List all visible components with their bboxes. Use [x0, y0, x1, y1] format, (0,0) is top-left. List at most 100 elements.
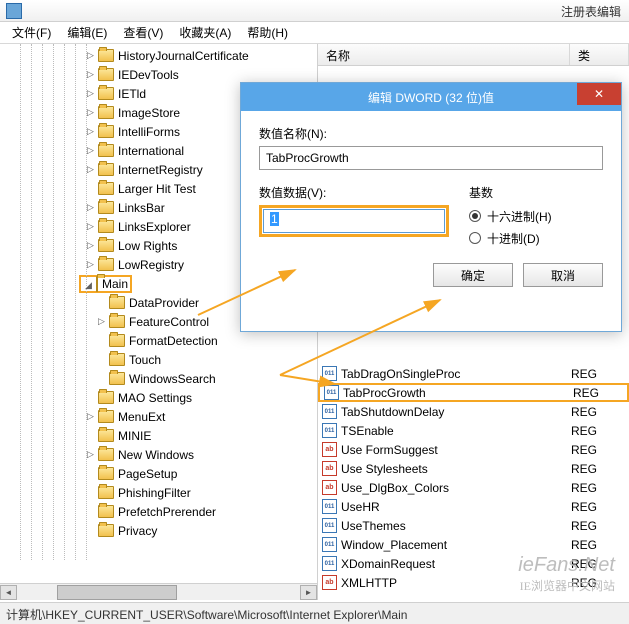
list-row[interactable]: Use StylesheetsREG [318, 459, 629, 478]
folder-icon [98, 524, 114, 537]
window-title: 注册表编辑 [561, 3, 621, 20]
menu-file[interactable]: 文件(F) [4, 22, 59, 43]
tree-item-label: MAO Settings [118, 391, 192, 405]
menubar: 文件(F) 编辑(E) 查看(V) 收藏夹(A) 帮助(H) [0, 22, 629, 44]
value-name: TabShutdownDelay [341, 405, 571, 419]
folder-icon [109, 334, 125, 347]
menu-help[interactable]: 帮助(H) [239, 22, 296, 43]
tree-item[interactable]: PhishingFilter [0, 483, 317, 502]
name-label: 数值名称(N): [259, 125, 603, 142]
tree-item-label: PhishingFilter [118, 486, 191, 500]
tree-item-label: PageSetup [118, 467, 177, 481]
list-row[interactable]: Use_DlgBox_ColorsREG [318, 478, 629, 497]
dword-value-icon [322, 537, 337, 552]
radio-hex[interactable]: 十六进制(H) [469, 205, 603, 227]
folder-icon [98, 486, 114, 499]
tree-item[interactable]: Privacy [0, 521, 317, 540]
tree-expander-icon[interactable] [96, 354, 107, 365]
tree-expander-icon[interactable] [96, 297, 107, 308]
folder-icon [98, 505, 114, 518]
close-button[interactable]: ✕ [577, 83, 621, 105]
folder-icon [98, 220, 114, 233]
watermark-big: ieFans.Net [518, 554, 615, 577]
tree-hscrollbar[interactable]: ◄ ► [0, 583, 317, 600]
tree-item-label: Main [102, 277, 128, 291]
tree-item[interactable]: ▷New Windows [0, 445, 317, 464]
folder-icon [98, 68, 114, 81]
tree-item[interactable]: MINIE [0, 426, 317, 445]
folder-icon [109, 372, 125, 385]
tree-item[interactable]: PrefetchPrerender [0, 502, 317, 521]
value-type: REG [571, 481, 597, 495]
list-row[interactable]: UseHRREG [318, 497, 629, 516]
folder-icon [109, 315, 125, 328]
col-name[interactable]: 名称 [318, 44, 570, 65]
folder-icon [98, 125, 114, 138]
tree-item-label: InternetRegistry [118, 163, 203, 177]
string-value-icon [322, 575, 337, 590]
value-type: REG [571, 443, 597, 457]
ok-button[interactable]: 确定 [433, 263, 513, 287]
list-row[interactable]: TSEnableREG [318, 421, 629, 440]
tree-item[interactable]: FormatDetection [0, 331, 317, 350]
tree-item[interactable]: Touch [0, 350, 317, 369]
radio-dec[interactable]: 十进制(D) [469, 227, 603, 249]
tree-expander-icon[interactable] [96, 335, 107, 346]
folder-icon [98, 467, 114, 480]
tree-expander-icon[interactable] [96, 373, 107, 384]
folder-icon [98, 49, 114, 62]
value-type: REG [573, 386, 599, 400]
list-row[interactable]: TabShutdownDelayREG [318, 402, 629, 421]
folder-icon [96, 276, 98, 292]
tree-item[interactable]: WindowsSearch [0, 369, 317, 388]
data-label: 数值数据(V): [259, 184, 449, 201]
tree-item[interactable]: ▷HistoryJournalCertificate [0, 46, 317, 65]
list-row[interactable]: TabProcGrowthREG [318, 383, 629, 402]
folder-icon [98, 429, 114, 442]
folder-icon [98, 410, 114, 423]
tree-item-label: International [118, 144, 184, 158]
tree-item-label: LowRegistry [118, 258, 184, 272]
folder-icon [98, 448, 114, 461]
edit-dword-dialog: 编辑 DWORD (32 位)值 ✕ 数值名称(N): 数值数据(V): 1 基… [240, 82, 622, 332]
value-type: REG [571, 424, 597, 438]
tree-item-label: Low Rights [118, 239, 177, 253]
radio-dot-icon [469, 210, 481, 222]
tree-item-label: New Windows [118, 448, 194, 462]
tree-expander-icon[interactable]: ◢ [83, 280, 94, 291]
folder-icon [109, 353, 125, 366]
menu-view[interactable]: 查看(V) [115, 22, 171, 43]
value-name: Use Stylesheets [341, 462, 571, 476]
value-name: UseHR [341, 500, 571, 514]
data-field[interactable]: 1 [263, 209, 445, 233]
tree-item-label: WindowsSearch [129, 372, 216, 386]
tree-item-label: HistoryJournalCertificate [118, 49, 249, 63]
list-row[interactable]: TabDragOnSingleProcREG [318, 364, 629, 383]
list-row[interactable]: Use FormSuggestREG [318, 440, 629, 459]
col-type[interactable]: 类 [570, 44, 629, 65]
tree-item[interactable]: PageSetup [0, 464, 317, 483]
value-type: REG [571, 367, 597, 381]
scroll-thumb[interactable] [57, 585, 177, 600]
tree-item-label: Touch [129, 353, 161, 367]
name-field[interactable] [259, 146, 603, 170]
list-row[interactable]: UseThemesREG [318, 516, 629, 535]
menu-edit[interactable]: 编辑(E) [59, 22, 115, 43]
tree-item-label: FormatDetection [129, 334, 218, 348]
value-name: TabProcGrowth [343, 386, 573, 400]
dword-value-icon [322, 423, 337, 438]
tree-expander-icon[interactable]: ▷ [96, 316, 107, 327]
value-name: Use_DlgBox_Colors [341, 481, 571, 495]
status-bar: 计算机\HKEY_CURRENT_USER\Software\Microsoft… [0, 602, 629, 624]
cancel-button[interactable]: 取消 [523, 263, 603, 287]
scroll-left-icon[interactable]: ◄ [0, 585, 17, 600]
tree-item[interactable]: MAO Settings [0, 388, 317, 407]
tree-item[interactable]: ▷MenuExt [0, 407, 317, 426]
menu-fav[interactable]: 收藏夹(A) [171, 22, 239, 43]
tree-item-label: Larger Hit Test [118, 182, 196, 196]
dword-value-icon [322, 556, 337, 571]
radio-dot-icon [469, 232, 481, 244]
scroll-right-icon[interactable]: ► [300, 585, 317, 600]
list-row[interactable]: Window_PlacementREG [318, 535, 629, 554]
tree-item-label: DataProvider [129, 296, 199, 310]
